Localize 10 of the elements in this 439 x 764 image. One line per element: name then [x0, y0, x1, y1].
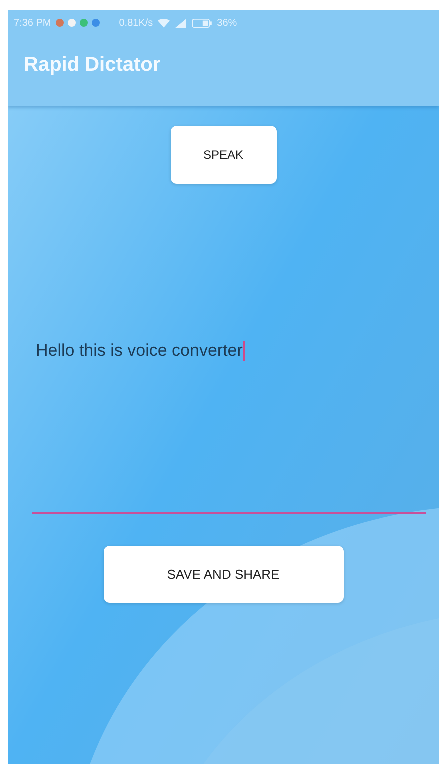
text-field[interactable]: Hello this is voice converter — [32, 340, 426, 514]
battery-icon — [192, 18, 212, 28]
signal-icon — [175, 18, 188, 28]
speak-button[interactable]: SPEAK — [170, 126, 276, 184]
status-time: 7:36 PM — [14, 18, 52, 28]
wifi-icon — [158, 18, 170, 28]
save-and-share-button[interactable]: SAVE AND SHARE — [104, 546, 344, 603]
battery-percentage: 36% — [217, 18, 238, 28]
app-title: Rapid Dictator — [23, 53, 162, 77]
network-speed: 0.81K/s — [119, 18, 154, 28]
